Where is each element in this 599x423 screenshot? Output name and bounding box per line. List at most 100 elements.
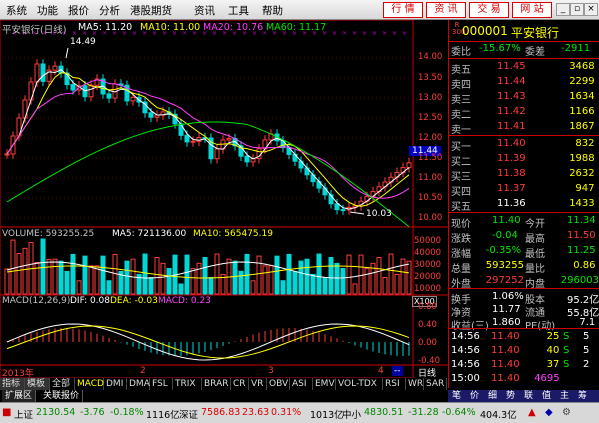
indicator-tab[interactable]: DMA: [127, 378, 150, 390]
volume-bar: [340, 267, 346, 295]
zx-amount: 404.3亿: [480, 410, 517, 421]
right-tab[interactable]: 联: [524, 390, 533, 402]
stock-header: R 300 000001 平安银行: [449, 22, 599, 41]
stat-label: 涨跌: [451, 234, 471, 245]
indicator-tab[interactable]: DMI: [104, 378, 127, 390]
right-tab[interactable]: 主: [560, 390, 569, 402]
volume-tick: 10000: [414, 284, 442, 294]
indicator-tab[interactable]: FSL: [150, 378, 173, 390]
market-button[interactable]: 行 情: [383, 2, 423, 18]
ask-row: 卖三 11.43 1634: [449, 90, 599, 106]
indicator-tab[interactable]: 模板: [25, 378, 50, 390]
volume-bar: [316, 253, 322, 295]
event-marker: ×: [392, 30, 397, 37]
volume-bar: [82, 255, 88, 295]
menu-system[interactable]: 系统: [6, 3, 27, 18]
candle-body: [184, 134, 190, 143]
info-button[interactable]: 资 讯: [426, 2, 466, 18]
indicator-tab[interactable]: OBV: [267, 378, 290, 390]
volume-bar: [250, 280, 256, 295]
candle-body: [130, 96, 136, 102]
event-marker: ×: [132, 30, 137, 37]
indicator-tab[interactable]: VOL-TDX: [336, 378, 383, 390]
ma60-label: MA60: 11.17: [266, 22, 327, 33]
indicator-tab[interactable]: ASI: [290, 378, 313, 390]
menu-quote[interactable]: 报价: [68, 3, 89, 18]
stat-value: 297252: [485, 275, 524, 286]
volume-bar: [184, 254, 190, 295]
volume-bar: [88, 265, 94, 295]
bid-row: 买五 11.36 1433: [449, 197, 599, 213]
right-tab[interactable]: 值: [542, 390, 551, 402]
menu-news[interactable]: 资讯: [194, 3, 215, 18]
ask-label: 卖二: [451, 110, 471, 121]
vol-ma10-label: MA10: 565475.19: [193, 229, 273, 239]
tab-extension[interactable]: 扩展区: [2, 390, 37, 402]
volume-bar: [244, 253, 250, 295]
indicator-tab[interactable]: MACD: [75, 378, 104, 390]
volume-bar: [400, 258, 406, 295]
right-tab[interactable]: 笔: [452, 390, 461, 402]
stat-label: 量比: [525, 264, 545, 275]
volume-bar: [328, 256, 334, 295]
volume-bar: [52, 258, 58, 295]
trade-button[interactable]: 交 易: [469, 2, 509, 18]
minimize-icon[interactable]: _: [556, 3, 570, 16]
weicha-label: 委差: [525, 47, 545, 58]
indicator-tab[interactable]: EMV: [313, 378, 336, 390]
volume-bar: [124, 260, 130, 295]
menu-tools[interactable]: 工具: [228, 3, 249, 18]
menu-hk-futures[interactable]: 港股期货: [130, 3, 172, 18]
right-tab[interactable]: 价: [470, 390, 479, 402]
ask-label: 卖三: [451, 95, 471, 106]
close-icon[interactable]: ×: [584, 3, 598, 16]
indicator-tab[interactable]: TRIX: [173, 378, 202, 390]
ma10-line: [6, 72, 410, 207]
price-tick: 12.00: [418, 133, 443, 143]
ask-volume: 1166: [569, 106, 595, 117]
stat-label: 最高: [525, 234, 545, 245]
volume-bar: [190, 268, 196, 295]
indicator-tab[interactable]: RSI: [383, 378, 406, 390]
volume-bar: [268, 265, 274, 295]
weibi-label: 委比: [451, 47, 471, 58]
volume-bar: [406, 260, 412, 295]
right-tab[interactable]: 筹: [578, 390, 587, 402]
website-button[interactable]: 网 站: [512, 2, 552, 18]
network-icon[interactable]: ◆: [545, 407, 553, 418]
volume-bar: [298, 260, 304, 295]
menu-help[interactable]: 帮助: [262, 3, 283, 18]
indicator-tab[interactable]: BRAR: [202, 378, 231, 390]
indicator-tab[interactable]: 指标: [0, 378, 25, 390]
indicator-tab[interactable]: VR: [249, 378, 267, 390]
stat-label: 涨幅: [451, 249, 471, 260]
bid-row: 买二 11.39 1988: [449, 152, 599, 168]
settings-icon[interactable]: ⚙: [562, 407, 571, 418]
indicator-tab[interactable]: 全部: [50, 378, 75, 390]
candle-body: [214, 148, 220, 160]
volume-bar: [364, 268, 370, 295]
right-tab[interactable]: 势: [506, 390, 515, 402]
restore-icon[interactable]: ▫: [570, 3, 584, 16]
stat-label: 现价: [451, 219, 471, 230]
volume-bar: [334, 262, 340, 295]
candle-body: [40, 63, 46, 82]
tab-related-quote[interactable]: 关联报价: [40, 390, 84, 402]
right-tab[interactable]: 细: [488, 390, 497, 402]
price-tick: 12.50: [418, 113, 443, 123]
kline-chart-area[interactable]: × × × × × × × × × × × × × × × × × × × × × × × × × × × × × × × × × × × × × × × ×…: [0, 19, 448, 379]
ask-price: 11.41: [497, 121, 526, 132]
signal-icon[interactable]: ▲: [528, 407, 536, 418]
stat-value: -0.35%: [485, 245, 522, 256]
menu-function[interactable]: 功能: [37, 3, 58, 18]
indicator-tab[interactable]: WR: [406, 378, 424, 390]
indicator-tab[interactable]: CR: [231, 378, 249, 390]
volume-bar: [304, 258, 310, 295]
chart-svg[interactable]: × × × × × × × × × × × × × × × × × × × × × × × × × × × × × × × × × × × × × × × ×: [0, 19, 448, 379]
chart-title: 平安银行(日线): [2, 25, 67, 36]
indicator-tab[interactable]: SAR: [424, 378, 447, 390]
menu-analysis[interactable]: 分析: [99, 3, 120, 18]
stat-value: 1.06%: [492, 291, 524, 302]
bid-volume: 1988: [569, 153, 595, 164]
ma20-label: MA20: 10.76: [203, 22, 264, 33]
